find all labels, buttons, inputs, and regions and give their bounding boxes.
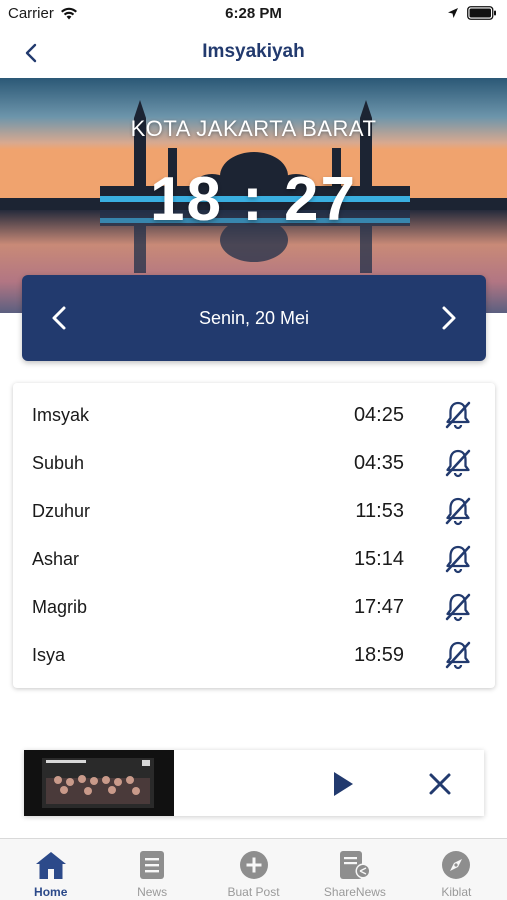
- alarm-toggle-button[interactable]: [443, 640, 473, 670]
- page-title: Imsyakiyah: [202, 41, 305, 62]
- mini-video-player: [24, 750, 484, 816]
- tab-news[interactable]: News: [101, 839, 202, 900]
- play-icon: [334, 772, 353, 796]
- alarm-toggle-button[interactable]: [443, 496, 473, 526]
- prayer-name: Dzuhur: [32, 501, 91, 521]
- play-button[interactable]: [327, 768, 359, 800]
- prayer-row-magrib: Magrib 17:47: [13, 583, 495, 631]
- status-right: [447, 6, 497, 20]
- alarm-toggle-button[interactable]: [443, 592, 473, 622]
- selected-date: Senin, 20 Mei: [198, 308, 310, 328]
- tab-label: Kiblat: [441, 885, 472, 899]
- compass-icon: [442, 851, 471, 879]
- prayer-row-dzuhur: Dzuhur 11:53: [13, 487, 495, 535]
- alarm-toggle-button[interactable]: [443, 448, 473, 478]
- tab-label: ShareNews: [323, 885, 386, 899]
- close-icon: [429, 773, 451, 795]
- date-selector: Senin, 20 Mei: [22, 275, 486, 361]
- bell-off-icon: [445, 401, 471, 430]
- prayer-time: 04:35: [353, 452, 404, 474]
- plus-circle-icon: [239, 851, 268, 879]
- bell-off-icon: [445, 641, 471, 670]
- prayer-row-ashar: Ashar 15:14: [13, 535, 495, 583]
- video-thumbnail-image: [24, 750, 174, 816]
- bell-off-icon: [445, 449, 471, 478]
- home-icon: [35, 852, 66, 879]
- status-time: 6:28 PM: [225, 5, 282, 22]
- prayer-row-isya: Isya 18:59: [13, 631, 495, 679]
- prayer-name: Imsyak: [32, 405, 90, 425]
- share-news-icon: [339, 851, 371, 879]
- tab-home[interactable]: Home: [0, 839, 101, 900]
- prayer-time: 18:59: [353, 644, 404, 666]
- prayer-name: Isya: [32, 645, 66, 665]
- prayer-name: Magrib: [32, 597, 88, 617]
- prayer-times-card: Imsyak 04:25 Subuh 04:35 Dzuhur 11:53 As…: [13, 383, 495, 688]
- prayer-row-imsyak: Imsyak 04:25: [13, 391, 495, 439]
- tab-kiblat[interactable]: Kiblat: [406, 839, 507, 900]
- city-name: KOTA JAKARTA BARAT: [130, 116, 377, 141]
- alarm-toggle-button[interactable]: [443, 400, 473, 430]
- prayer-row-subuh: Subuh 04:35: [13, 439, 495, 487]
- prayer-name: Ashar: [32, 549, 80, 569]
- close-player-button[interactable]: [424, 768, 456, 800]
- current-time-clock: 18 : 27: [149, 165, 358, 234]
- next-day-button[interactable]: [434, 303, 464, 333]
- bell-off-icon: [445, 545, 471, 574]
- prayer-name: Subuh: [32, 453, 85, 473]
- prayer-time: 17:47: [353, 596, 404, 618]
- location-arrow-icon: [448, 8, 458, 18]
- video-thumbnail[interactable]: [24, 750, 174, 816]
- prayer-time: 15:14: [353, 548, 404, 570]
- tab-buat-post[interactable]: Buat Post: [203, 839, 304, 900]
- tab-label: News: [137, 885, 168, 899]
- chevron-right-icon: [442, 306, 456, 330]
- navigation-bar: Imsyakiyah: [0, 28, 507, 78]
- tab-label: Buat Post: [227, 885, 280, 899]
- news-icon: [140, 851, 165, 879]
- bell-off-icon: [445, 593, 471, 622]
- battery-icon: [467, 6, 496, 20]
- tab-sharenews[interactable]: ShareNews: [304, 839, 405, 900]
- bottom-tab-bar: Home News Buat Post ShareNews Kiblat: [0, 838, 507, 900]
- prayer-time: 11:53: [355, 500, 404, 522]
- status-bar: Carrier 6:28 PM: [0, 0, 507, 28]
- alarm-toggle-button[interactable]: [443, 544, 473, 574]
- prayer-time: 04:25: [353, 404, 404, 426]
- tab-label: Home: [34, 885, 68, 899]
- bell-off-icon: [445, 497, 471, 526]
